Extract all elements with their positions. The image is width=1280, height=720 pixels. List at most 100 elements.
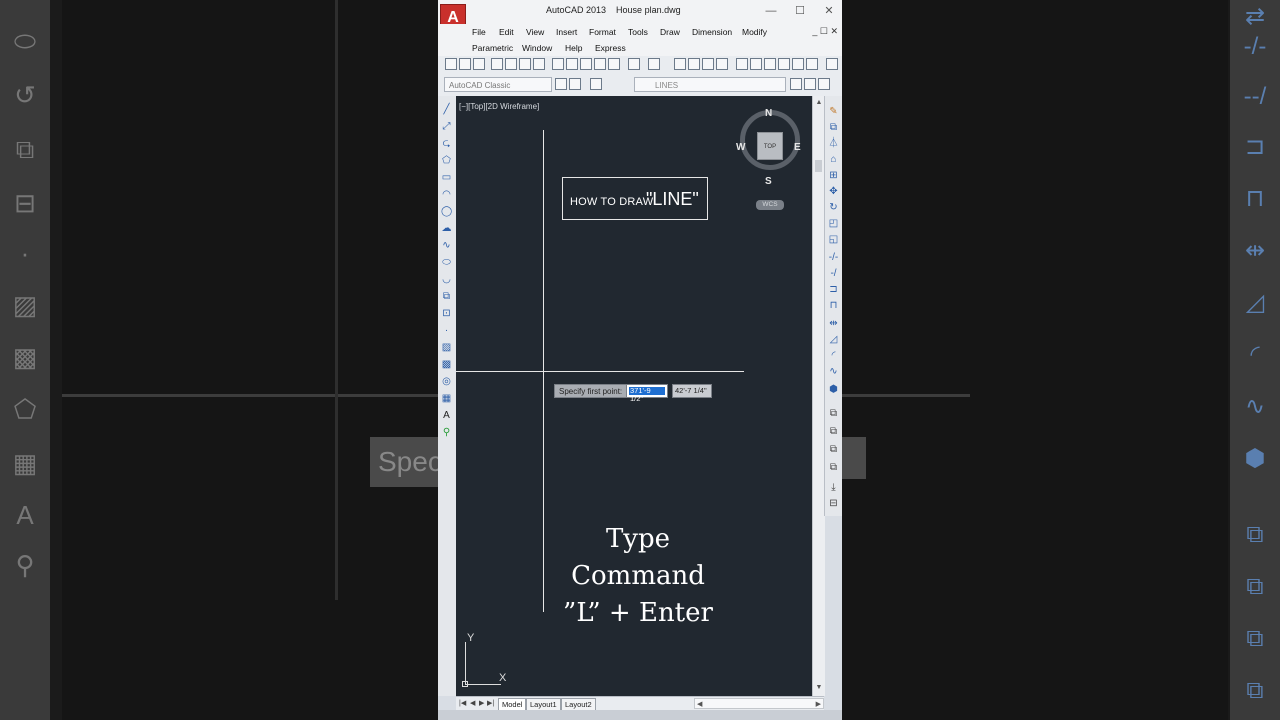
next-tab-icon[interactable]: ▶ (479, 699, 484, 707)
new-icon[interactable] (445, 58, 457, 70)
save-icon[interactable] (473, 58, 485, 70)
zoom-previous-icon[interactable] (716, 58, 728, 70)
open-icon[interactable] (459, 58, 471, 70)
spline-icon[interactable]: ∿ (441, 240, 452, 251)
fillet-tool-icon[interactable]: ◜ (828, 350, 839, 361)
polygon-icon[interactable]: ⬠ (441, 155, 452, 166)
arc-icon[interactable]: ◠ (441, 189, 452, 200)
construction-line-icon[interactable]: ⤢ (441, 121, 452, 132)
circle-icon[interactable]: ◯ (441, 206, 452, 217)
draworder-back-tool-icon[interactable]: ⧉ (828, 426, 839, 437)
table-tool-icon[interactable]: ▦ (441, 393, 452, 404)
viewport-controls[interactable]: [−][Top][2D Wireframe] (459, 102, 539, 111)
menu-parametric[interactable]: Parametric (472, 43, 513, 53)
draworder-under-tool-icon[interactable]: ⧉ (828, 462, 839, 473)
cut-icon[interactable] (552, 58, 564, 70)
maximize-button[interactable]: ☐ (791, 3, 809, 19)
menu-dimension[interactable]: Dimension (692, 27, 732, 37)
paste-icon[interactable] (580, 58, 592, 70)
stretch-icon[interactable]: ◱ (828, 234, 839, 245)
scroll-down-icon[interactable]: ▼ (813, 684, 825, 691)
compass-south[interactable]: S (765, 176, 772, 187)
ellipse-arc-icon[interactable]: ◡ (441, 274, 452, 285)
y-coordinate-input[interactable]: 42'-7 1/4" (672, 384, 712, 398)
workspace-select[interactable]: AutoCAD Classic (444, 77, 552, 92)
viewcube-top-face[interactable]: TOP (757, 132, 783, 160)
hatch-tool-icon[interactable]: ▨ (441, 342, 452, 353)
layer-previous-icon[interactable] (804, 78, 816, 90)
first-tab-icon[interactable]: |◀ (459, 699, 466, 707)
revision-cloud-icon[interactable]: ☁ (441, 223, 452, 234)
last-tab-icon[interactable]: ▶| (487, 699, 494, 707)
make-current-layer-icon[interactable] (790, 78, 802, 90)
break-tool-icon[interactable]: ⊓ (828, 300, 839, 311)
mirror-tool-icon[interactable]: ⏃ (828, 138, 839, 149)
region-tool-icon[interactable]: ◎ (441, 376, 452, 387)
menu-format[interactable]: Format (589, 27, 616, 37)
quickcalc-icon[interactable] (806, 58, 818, 70)
markup-icon[interactable] (792, 58, 804, 70)
point-tool-icon[interactable]: · (441, 325, 452, 336)
menu-file[interactable]: File (472, 27, 486, 37)
menu-help[interactable]: Help (565, 43, 582, 53)
draworder-front-icon[interactable]: ⧉ (828, 408, 839, 419)
menu-draw[interactable]: Draw (660, 27, 680, 37)
scale-icon[interactable]: ◰ (828, 218, 839, 229)
rectangle-icon[interactable]: ▭ (441, 172, 452, 183)
layer-state-icon[interactable] (818, 78, 830, 90)
workspace-save-icon[interactable] (569, 78, 581, 90)
compass-west[interactable]: W (736, 142, 745, 153)
plot-preview-icon[interactable] (505, 58, 517, 70)
workspace-settings-icon[interactable] (555, 78, 567, 90)
document-window-controls[interactable]: _ ☐ ✕ (812, 26, 838, 37)
move-icon[interactable]: ✥ (828, 186, 839, 197)
erase-icon[interactable]: ✎ (828, 106, 839, 117)
sheet-set-icon[interactable] (778, 58, 790, 70)
compass-north[interactable]: N (765, 108, 772, 119)
offset-icon[interactable]: ⌂ (828, 154, 839, 165)
mtext-icon[interactable]: A (441, 410, 452, 421)
wcs-menu[interactable]: WCS (756, 200, 784, 210)
explode-tool-icon[interactable]: ⬢ (828, 384, 839, 395)
x-coordinate-input[interactable]: 371'-9 1/2" (626, 384, 668, 403)
properties-icon[interactable] (736, 58, 748, 70)
draworder-above-tool-icon[interactable]: ⧉ (828, 444, 839, 455)
close-button[interactable]: ✕ (820, 3, 838, 19)
join-tool-icon[interactable]: ⇹ (828, 318, 839, 329)
array-icon[interactable]: ⊞ (828, 170, 839, 181)
copy-object-icon[interactable]: ⧉ (828, 122, 839, 133)
menu-express[interactable]: Express (595, 43, 626, 53)
text-front-icon[interactable]: ⤓ (828, 482, 839, 493)
gradient-tool-icon[interactable]: ▩ (441, 359, 452, 370)
prev-tab-icon[interactable]: ◀ (470, 699, 475, 707)
ellipse-tool-icon[interactable]: ⬭ (441, 257, 452, 268)
scroll-left-icon[interactable]: ◀ (697, 700, 702, 708)
design-center-icon[interactable] (750, 58, 762, 70)
extend-tool-icon[interactable]: -/ (828, 268, 839, 279)
3d-print-icon[interactable] (533, 58, 545, 70)
trim-tool-icon[interactable]: -/- (828, 252, 839, 263)
pan-icon[interactable] (674, 58, 686, 70)
menu-modify[interactable]: Modify (742, 27, 767, 37)
tool-palettes-icon[interactable] (764, 58, 776, 70)
undo-icon[interactable] (628, 58, 640, 70)
line-icon[interactable]: ╱ (441, 104, 452, 115)
zoom-window-icon[interactable] (702, 58, 714, 70)
scroll-right-icon[interactable]: ▶ (816, 700, 821, 708)
add-selected-tool-icon[interactable]: ⚲ (441, 427, 452, 438)
help-icon[interactable] (826, 58, 838, 70)
copy-icon[interactable] (566, 58, 578, 70)
drawing-area[interactable]: [−][Top][2D Wireframe] HOW TO DRAW "LINE… (456, 96, 812, 696)
block-editor-icon[interactable] (608, 58, 620, 70)
break-point-icon[interactable]: ⊐ (828, 284, 839, 295)
publish-icon[interactable] (519, 58, 531, 70)
match-properties-icon[interactable] (594, 58, 606, 70)
layer-select[interactable]: LINES (634, 77, 786, 92)
layer-properties-icon[interactable] (590, 78, 602, 90)
scroll-thumb[interactable] (815, 160, 822, 172)
polyline-icon[interactable]: ⮎ (441, 138, 452, 149)
menu-tools[interactable]: Tools (628, 27, 648, 37)
minimize-button[interactable]: — (762, 3, 780, 19)
blend-tool-icon[interactable]: ∿ (828, 366, 839, 377)
menu-insert[interactable]: Insert (556, 27, 577, 37)
